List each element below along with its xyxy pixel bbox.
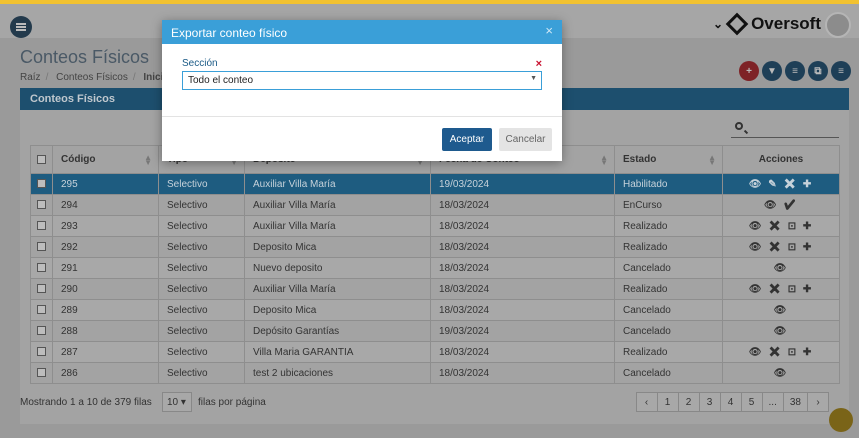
chevron-down-icon: ▼ bbox=[530, 75, 537, 82]
accept-button[interactable]: Aceptar bbox=[442, 128, 492, 151]
section-label: Sección bbox=[182, 58, 218, 69]
section-select-value: Todo el conteo bbox=[188, 75, 254, 86]
clear-icon[interactable]: × bbox=[536, 58, 542, 70]
dialog-header: Exportar conteo físico × bbox=[162, 20, 562, 44]
dialog-title: Exportar conteo físico bbox=[171, 26, 288, 40]
section-select[interactable]: Todo el conteo ▼ bbox=[182, 71, 542, 90]
cancel-button[interactable]: Cancelar bbox=[499, 128, 552, 151]
export-dialog: Exportar conteo físico × Sección × Todo … bbox=[162, 20, 562, 161]
dialog-body: Sección × Todo el conteo ▼ bbox=[162, 44, 562, 117]
close-icon[interactable]: × bbox=[545, 23, 553, 38]
